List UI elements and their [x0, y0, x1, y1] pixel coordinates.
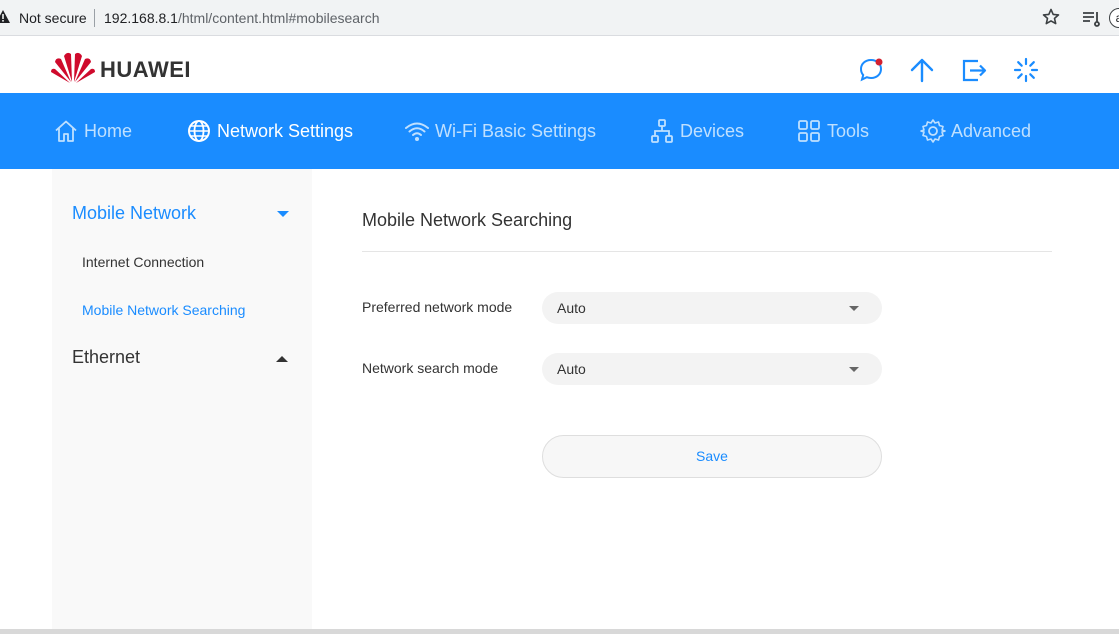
logout-icon[interactable] [960, 56, 988, 84]
url-host: 192.168.8.1 [104, 10, 178, 26]
browser-address-bar: Not secure 192.168.8.1/html/content.html… [0, 0, 1119, 36]
loading-icon [1013, 57, 1039, 83]
nav-network-settings[interactable]: Network Settings [186, 93, 353, 169]
preferred-network-mode-label: Preferred network mode [362, 299, 513, 315]
gear-icon [920, 119, 946, 143]
sidebar-item-internet-connection[interactable]: Internet Connection [82, 254, 204, 270]
network-search-mode-value: Auto [557, 361, 586, 377]
sidebar: Mobile Network Internet Connection Mobil… [52, 169, 312, 634]
devices-icon [651, 119, 673, 143]
bookmark-star-icon[interactable] [1042, 8, 1060, 26]
nav-home[interactable]: Home [53, 93, 132, 169]
caret-up-icon[interactable] [276, 356, 288, 362]
tools-icon [798, 120, 820, 142]
security-status[interactable]: Not secure [19, 10, 87, 26]
nav-advanced-label: Advanced [951, 120, 1032, 141]
nav-devices[interactable]: Devices [649, 93, 744, 169]
title-divider [362, 251, 1052, 252]
wifi-icon [405, 122, 429, 141]
nav-wifi-basic-settings[interactable]: Wi-Fi Basic Settings [404, 93, 596, 169]
main-nav: Home Network Settings Wi-Fi Basic Settin… [0, 93, 1119, 169]
sidebar-item-mobile-network-searching[interactable]: Mobile Network Searching [82, 302, 245, 318]
nav-advanced[interactable]: Advanced [920, 93, 1031, 169]
chevron-down-icon [849, 367, 859, 372]
globe-icon [188, 120, 210, 142]
upload-icon[interactable] [908, 56, 936, 84]
preferred-network-mode-value: Auto [557, 300, 586, 316]
header: HUAWEI [0, 36, 1119, 93]
brand-name: HUAWEI [100, 57, 191, 82]
nav-home-label: Home [84, 120, 133, 141]
preferred-network-mode-select[interactable]: Auto [542, 292, 882, 324]
window-bottom-edge [0, 629, 1119, 634]
nav-network-settings-label: Network Settings [217, 120, 354, 141]
sidebar-section-ethernet[interactable]: Ethernet [72, 347, 140, 368]
warning-icon[interactable] [0, 9, 10, 25]
reading-list-icon[interactable] [1082, 9, 1100, 27]
save-button[interactable]: Save [542, 435, 882, 478]
message-icon[interactable] [857, 56, 885, 84]
huawei-logo-icon [51, 52, 95, 83]
page-title: Mobile Network Searching [362, 210, 573, 230]
chevron-down-icon [849, 306, 859, 311]
nav-devices-label: Devices [680, 120, 745, 141]
network-search-mode-label: Network search mode [362, 360, 499, 376]
url-path: /html/content.html#mobilesearch [177, 10, 380, 26]
address-divider [94, 9, 95, 27]
nav-tools-label: Tools [827, 120, 870, 141]
sidebar-section-mobile-network[interactable]: Mobile Network [72, 203, 196, 224]
caret-down-icon[interactable] [277, 211, 289, 217]
nav-tools[interactable]: Tools [796, 93, 869, 169]
profile-avatar[interactable]: a [1109, 8, 1119, 28]
home-icon [55, 120, 77, 142]
nav-wifi-basic-settings-label: Wi-Fi Basic Settings [435, 120, 597, 141]
url-field[interactable]: 192.168.8.1/html/content.html#mobilesear… [104, 10, 380, 26]
network-search-mode-select[interactable]: Auto [542, 353, 882, 385]
